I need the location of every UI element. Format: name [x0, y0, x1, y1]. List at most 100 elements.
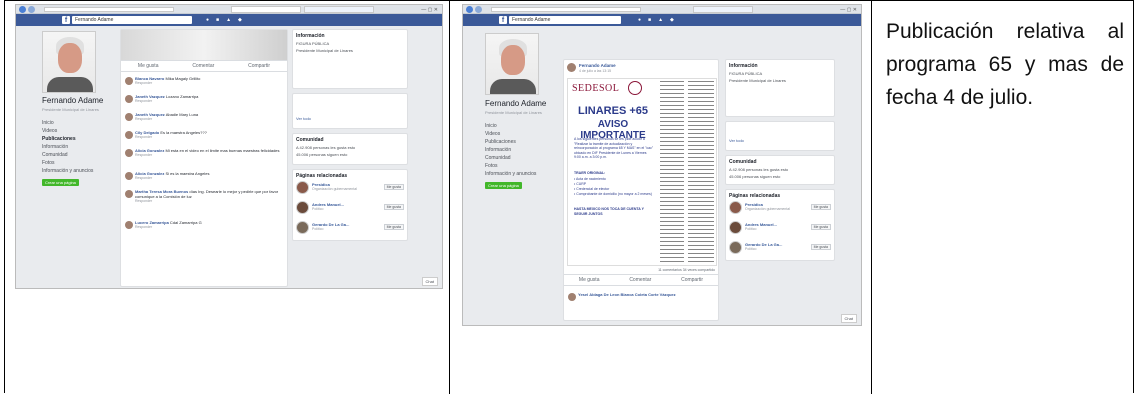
post-stats: 11 comentarios 34 veces compartido [658, 268, 715, 272]
sidebar-item-ads: Información y anuncios [42, 168, 94, 174]
community-card: Comunidad A 42.908 personas les gusta es… [292, 133, 408, 165]
flyer-body: A los siguientes personas se les pide ac… [574, 137, 654, 159]
post-header: Fernando Adame 4 de julio a las 13:15 [564, 60, 718, 76]
caption-text: Publicación relativa al programa 65 y ma… [886, 20, 1124, 109]
sidebar-item-home: Inicio [485, 123, 497, 129]
share-button: Compartir [248, 63, 271, 69]
forward-icon [28, 6, 35, 13]
flyer-req: • Credencial de elector [574, 187, 610, 191]
related-pages-card: Páginas relacionadas Presidica Organizaci… [292, 169, 408, 241]
info-role: Presidente Municipal de Linares [296, 48, 353, 53]
sidebar-item-photos: Fotos [485, 163, 498, 169]
profile-sidebar: Fernando Adame Presidente Municipal de L… [42, 96, 122, 186]
comment-button: Comentar [629, 277, 652, 283]
sidebar-item-ads: Información y anuncios [485, 171, 537, 177]
post-card: Fernando Adame 4 de julio a las 13:15 SE… [563, 59, 719, 321]
like-button: Me gusta [578, 277, 600, 283]
profile-photo [485, 33, 539, 95]
sidebar-item-posts: Publicaciones [485, 139, 516, 145]
profile-photo [42, 31, 96, 93]
window-controls: — ▢ ✕ [840, 7, 857, 13]
related-title: Páginas relacionadas [296, 173, 348, 179]
document-table: — ▢ ✕ f Fernando Adame ● ■ ▲ ◆ Fernando Ada… [4, 0, 1135, 394]
sidebar-item-videos: Videos [485, 131, 501, 137]
header-nav: ● ■ ▲ ◆ [206, 17, 242, 23]
address-bar [491, 7, 641, 12]
share-button: Compartir [681, 277, 704, 283]
community-title: Comunidad [729, 159, 757, 165]
sidebar-item-info: Información [485, 147, 512, 153]
profile-sidebar: Fernando Adame Presidente Municipal de L… [485, 99, 561, 189]
search-input: Fernando Adame [509, 16, 621, 24]
flyer-brand: SEDESOL [572, 83, 620, 94]
table-cell-caption: Publicación relativa al programa 65 y ma… [872, 1, 1135, 394]
info-category: FIGURA PÚBLICA [729, 71, 763, 76]
comment: Martha Teresa Mora Buenos días Ing. Dese… [125, 189, 283, 219]
profile-name: Fernando Adame [42, 96, 104, 105]
sidebar-item-community: Comunidad [42, 152, 68, 158]
flyer-title: LINARES +65 [578, 105, 648, 117]
profile-name: Fernando Adame [485, 99, 547, 108]
sidebar-item-videos: Videos [42, 128, 58, 134]
sidebar-item-community: Comunidad [485, 155, 511, 161]
like-button: Me gusta [137, 63, 159, 69]
info-card: Información FIGURA PÚBLICA Presidente Mu… [725, 59, 835, 117]
comment: Yesel Aldaga De Leon Blanca Coleta Corte… [568, 292, 714, 309]
related-page: Presidica Organización gubernamental Me gu… [296, 181, 404, 198]
sidebar-item-photos: Fotos [42, 160, 55, 166]
related-page: Andres Manuel... Político Me gusta [729, 221, 831, 238]
see-all-card: Ver todo [292, 93, 408, 129]
see-all-link: Ver todo [296, 116, 311, 121]
related-pages-card: Páginas relacionadas Presidica Organizaci… [725, 189, 835, 261]
post-actions: Me gusta Comentar Compartir [121, 60, 287, 72]
info-title: Información [296, 33, 325, 39]
info-card: Información FIGURA PÚBLICA Presidente Mu… [292, 29, 408, 89]
related-page: Gerardo De La Ga... Político Me gusta [729, 241, 831, 258]
flyer-req: • Acta de nacimiento [574, 177, 606, 181]
address-bar [44, 7, 174, 12]
community-follows: 45.006 personas siguen esto [729, 174, 781, 179]
community-likes: A 42.908 personas les gusta esto [296, 145, 356, 150]
flyer-image: SEDESOL LINARES +65 AVISO IMPORTANTE A l… [567, 78, 717, 266]
post-card: Me gusta Comentar Compartir Blanca Navar… [120, 29, 288, 287]
info-role: Presidente Municipal de Linares [729, 78, 786, 83]
post-author: Fernando Adame [579, 63, 616, 68]
profile-subtitle: Presidente Municipal de Linares [485, 110, 542, 115]
post-image [121, 30, 287, 60]
related-title: Páginas relacionadas [729, 193, 781, 199]
info-category: FIGURA PÚBLICA [296, 41, 330, 46]
flyer-req: • Comprobante de domicilio (no mayor a 2… [574, 192, 652, 196]
facebook-header: f Fernando Adame ● ■ ▲ ◆ [463, 14, 861, 26]
comment: Alicia Gonzalez Si es la maestra Angeles… [125, 171, 283, 188]
community-follows: 45.006 personas siguen esto [296, 152, 348, 157]
forward-icon [475, 6, 482, 13]
comment-button: Comentar [192, 63, 215, 69]
comment: Alicia Gonzalez Mi esta en el video en e… [125, 148, 283, 170]
browser-toolbar: — ▢ ✕ [16, 5, 442, 14]
search-input: Fernando Adame [72, 16, 192, 24]
sidebar-item-posts: Publicaciones [42, 136, 76, 142]
table-cell-screenshot-1: — ▢ ✕ f Fernando Adame ● ■ ▲ ◆ Fernando Ada… [5, 1, 450, 394]
profile-subtitle: Presidente Municipal de Linares [42, 107, 99, 112]
screenshot-comments: — ▢ ✕ f Fernando Adame ● ■ ▲ ◆ Fernando Ada… [15, 4, 443, 289]
flyer-footer: HASTA MEXICO NOS TOCA DE CUENTA Y SEGUIR… [574, 207, 644, 216]
facebook-logo-icon: f [62, 16, 70, 24]
community-likes: A 42.908 personas les gusta esto [729, 167, 789, 172]
chat-button: Chat [421, 277, 438, 286]
comment: Lucero Zamarripa Cdal Zamarripa G Respond… [125, 220, 283, 237]
info-title: Información [729, 63, 758, 69]
related-page: Presidica Organización gubernamental Me gu… [729, 201, 831, 218]
see-all-card: Ver todo [725, 121, 835, 151]
flyer-req: • CURP [574, 182, 587, 186]
avatar [567, 63, 576, 72]
related-page: Andres Manuel... Político Me gusta [296, 201, 404, 218]
community-title: Comunidad [296, 137, 324, 143]
browser-tab [693, 6, 753, 13]
sidebar-item-home: Inicio [42, 120, 54, 126]
see-all-link: Ver todo [729, 138, 744, 143]
table-cell-screenshot-2: — ▢ ✕ f Fernando Adame ● ■ ▲ ◆ Fernando Ada… [450, 1, 872, 394]
chat-button: Chat [840, 314, 857, 323]
post-date: 4 de julio a las 13:15 [579, 69, 612, 73]
related-page: Gerardo De La Ga... Político Me gusta [296, 221, 404, 238]
create-page-button: Crear una página [42, 179, 79, 186]
